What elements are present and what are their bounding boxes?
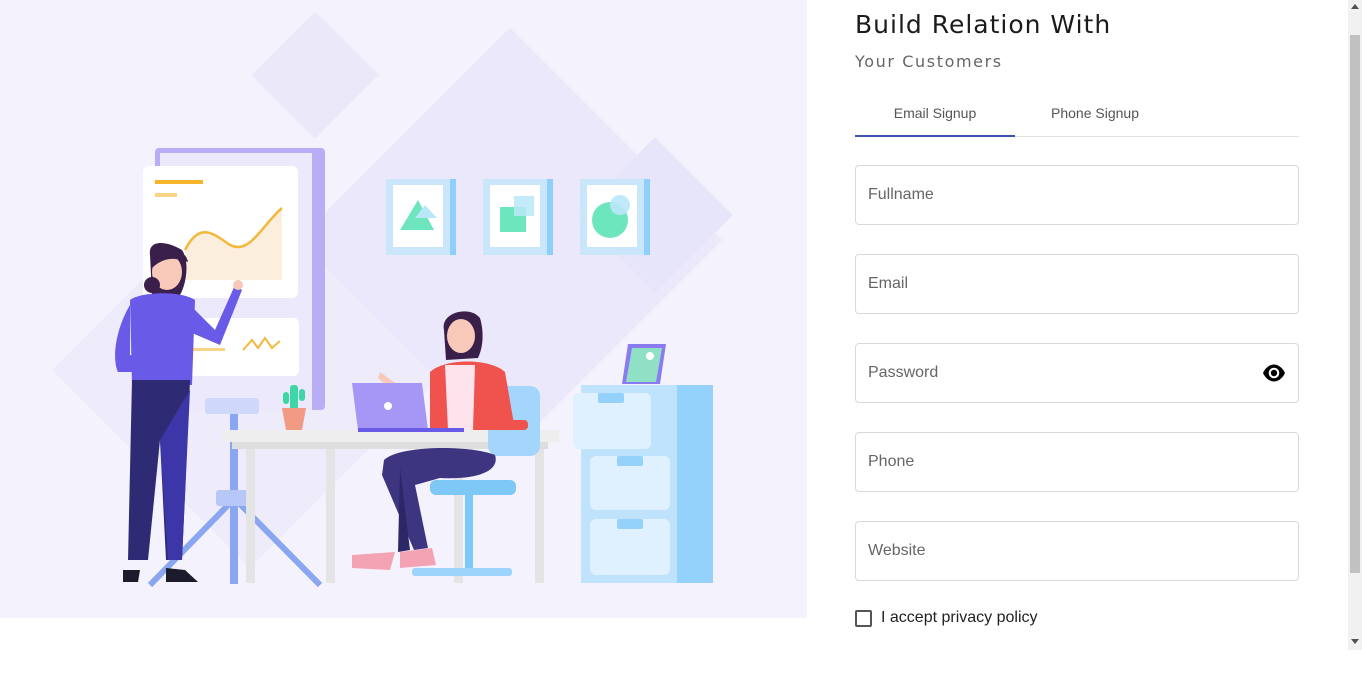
scroll-up-arrow-icon[interactable] <box>1351 4 1359 9</box>
phone-field[interactable]: Phone <box>855 432 1299 492</box>
eye-icon[interactable] <box>1262 363 1286 383</box>
fullname-placeholder: Fullname <box>868 186 934 203</box>
page-title: Build Relation With <box>855 10 1112 39</box>
fullname-field[interactable]: Fullname <box>855 165 1299 225</box>
page-scrollbar[interactable] <box>1348 0 1362 650</box>
office-team-illustration <box>52 11 733 588</box>
password-field[interactable]: Password <box>855 343 1299 403</box>
tab-email-signup[interactable]: Email Signup <box>855 90 1015 136</box>
privacy-policy-checkbox[interactable] <box>855 609 872 627</box>
scrollbar-thumb[interactable] <box>1350 35 1360 573</box>
email-placeholder: Email <box>868 275 909 292</box>
privacy-policy-label[interactable]: I accept privacy policy <box>881 609 1038 627</box>
signup-tabs: Email Signup Phone Signup <box>855 90 1299 137</box>
phone-placeholder: Phone <box>868 453 915 470</box>
signup-panel: Build Relation With Your Customers Email… <box>855 0 1299 688</box>
website-field[interactable]: Website <box>855 521 1299 581</box>
website-placeholder: Website <box>868 542 926 559</box>
password-placeholder: Password <box>868 364 939 381</box>
active-tab-indicator <box>855 135 1015 137</box>
scroll-down-arrow-icon[interactable] <box>1351 639 1359 644</box>
hero-illustration <box>0 0 807 618</box>
page-subtitle: Your Customers <box>855 52 1003 71</box>
email-field[interactable]: Email <box>855 254 1299 314</box>
privacy-policy-row: I accept privacy policy <box>855 608 1038 628</box>
tab-phone-signup[interactable]: Phone Signup <box>1015 90 1175 136</box>
